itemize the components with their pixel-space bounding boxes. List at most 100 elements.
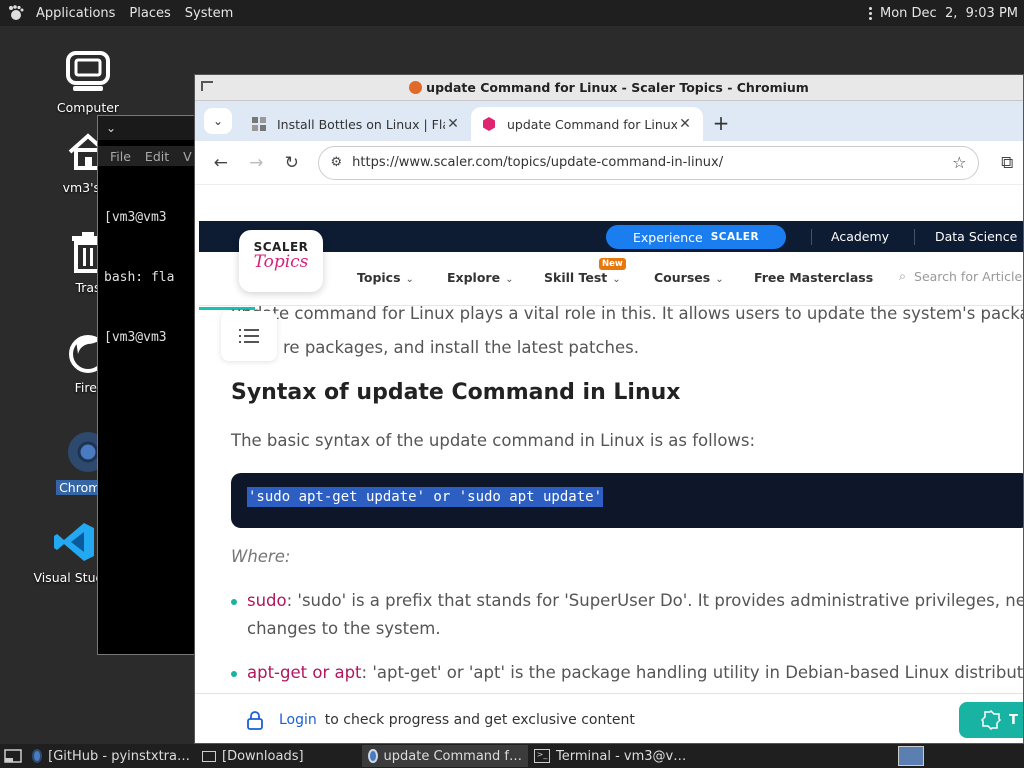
badge-icon xyxy=(981,710,1001,730)
tab-update-command[interactable]: update Command for Linux - Sc ✕ xyxy=(471,107,703,141)
bullet-dot xyxy=(231,599,237,605)
reload-icon: ↻ xyxy=(284,152,299,173)
bullet-dot xyxy=(231,671,237,677)
bullet-text: : 'sudo' is a prefix that stands for 'Su… xyxy=(286,591,1024,610)
syntax-intro: The basic syntax of the update command i… xyxy=(231,431,756,450)
new-badge: New xyxy=(599,258,626,270)
chevron-down-icon: ⌄ xyxy=(612,274,621,285)
search-icon: ⌕ xyxy=(899,268,907,283)
cta-button[interactable]: T xyxy=(959,702,1023,738)
close-tab-icon[interactable]: ✕ xyxy=(445,116,461,132)
terminal-output[interactable]: [vm3@vm3 bash: fla [vm3@vm3 xyxy=(98,166,206,390)
nav-topics[interactable]: Topics ⌄ xyxy=(357,270,414,285)
strip-link-academy[interactable]: Academy xyxy=(831,221,889,252)
login-banner: Login to check progress and get exclusiv… xyxy=(195,693,1023,743)
table-of-contents-button[interactable] xyxy=(221,311,277,361)
code-text[interactable]: 'sudo apt-get update' or 'sudo apt updat… xyxy=(247,487,604,507)
desktop-icon-computer[interactable]: Computer xyxy=(40,48,136,115)
term-sudo: sudo xyxy=(247,591,287,610)
url-text: https://www.scaler.com/topics/update-com… xyxy=(352,155,724,170)
places-menu[interactable]: Places xyxy=(122,0,177,26)
computer-icon xyxy=(64,48,112,96)
flathub-favicon-icon xyxy=(252,117,266,131)
term-apt: apt-get or apt xyxy=(247,663,362,682)
show-desktop-button[interactable] xyxy=(0,745,26,767)
window-titlebar[interactable]: update Command for Linux - Scaler Topics… xyxy=(195,75,1023,101)
extensions-icon[interactable]: ⧉ xyxy=(991,147,1023,179)
chromium-icon xyxy=(368,749,378,763)
taskbar-item-chromium[interactable]: update Command f… xyxy=(362,745,528,767)
terminal-menu-file[interactable]: File xyxy=(110,149,131,164)
arrow-left-icon: ← xyxy=(213,152,228,173)
forward-button[interactable]: → xyxy=(241,147,273,179)
heading-text: Syntax of update Command in Linux xyxy=(231,380,681,405)
nav-free-masterclass[interactable]: Free Masterclass xyxy=(754,270,873,285)
bookmark-star-icon[interactable]: ☆ xyxy=(952,153,966,172)
chevron-down-icon: ⌄ xyxy=(405,274,414,285)
tab-title: Install Bottles on Linux | Flath xyxy=(277,116,445,132)
terminal-line: bash: fla xyxy=(104,270,175,285)
nav-skill-test[interactable]: Skill Test ⌄ xyxy=(544,270,621,285)
experience-brand: SCALER xyxy=(710,231,760,243)
chevron-down-icon: ⌄ xyxy=(715,274,724,285)
code-block[interactable]: 'sudo apt-get update' or 'sudo apt updat… xyxy=(231,473,1023,528)
taskbar-item-label: Terminal - vm3@v… xyxy=(556,748,687,764)
show-desktop-icon xyxy=(4,749,22,763)
nav-courses[interactable]: Courses ⌄ xyxy=(654,270,724,285)
where-label: Where: xyxy=(231,547,291,566)
window-title: update Command for Linux - Scaler Topics… xyxy=(426,80,809,95)
login-link[interactable]: Login xyxy=(279,712,317,728)
chevron-down-icon: ⌄ xyxy=(212,114,224,128)
terminal-menu-view[interactable]: V xyxy=(183,149,192,164)
vscode-icon xyxy=(50,518,98,566)
chromium-icon xyxy=(32,749,43,763)
panel-kebab-icon[interactable] xyxy=(868,6,872,20)
web-page[interactable]: Experience SCALER Academy Data Science S… xyxy=(195,185,1024,743)
scaler-favicon-icon xyxy=(409,81,423,94)
back-button[interactable]: ← xyxy=(205,147,237,179)
clock[interactable]: Mon Dec 2, 9:03 PM xyxy=(880,6,1018,21)
terminal-menu-edit[interactable]: Edit xyxy=(145,149,169,164)
chromium-window[interactable]: update Command for Linux - Scaler Topics… xyxy=(194,74,1024,744)
gnome-foot-icon[interactable] xyxy=(0,0,29,26)
taskbar-item-github[interactable]: [GitHub - pyinstxtra… xyxy=(26,745,196,767)
nav-label: Courses xyxy=(654,270,711,285)
taskbar-item-label: [GitHub - pyinstxtra… xyxy=(48,748,190,764)
terminal-window[interactable]: ⌄ File Edit V [vm3@vm3 bash: fla [vm3@vm… xyxy=(97,115,207,655)
taskbar-item-terminal[interactable]: >_ Terminal - vm3@v… xyxy=(528,745,698,767)
taskbar-item-downloads[interactable]: [Downloads] xyxy=(196,745,362,767)
cta-label: T xyxy=(1009,712,1018,728)
terminal-icon: >_ xyxy=(534,749,550,763)
nav-explore[interactable]: Explore ⌄ xyxy=(447,270,513,285)
list-item: sudo: 'sudo' is a prefix that stands for… xyxy=(231,587,1024,643)
site-search-placeholder: Search for Article xyxy=(914,268,1023,284)
reload-button[interactable]: ↻ xyxy=(276,147,308,179)
article-partial-line: update command for Linux plays a vital r… xyxy=(231,304,1024,323)
chevron-down-icon[interactable]: ⌄ xyxy=(106,121,116,135)
experience-scaler-button[interactable]: Experience SCALER xyxy=(606,225,786,249)
logo-bottom-text: Topics xyxy=(253,252,309,272)
terminal-titlebar[interactable]: ⌄ xyxy=(98,116,206,140)
workspace-switcher[interactable] xyxy=(898,745,928,767)
strip-link-data-science[interactable]: Data Science xyxy=(935,221,1017,252)
site-info-icon[interactable]: ⚙ xyxy=(331,155,343,170)
address-bar[interactable]: ⚙ https://www.scaler.com/topics/update-c… xyxy=(317,145,980,180)
scaler-topics-logo[interactable]: SCALER Topics xyxy=(239,230,323,292)
bullet-text-cont: changes to the system. xyxy=(247,619,441,638)
tab-title: update Command for Linux - Sc xyxy=(507,116,677,132)
new-tab-button[interactable]: + xyxy=(707,109,735,137)
taskbar: [GitHub - pyinstxtra… [Downloads] update… xyxy=(0,744,1024,768)
folder-icon xyxy=(202,750,216,762)
site-search[interactable]: ⌕ Search for Article xyxy=(899,268,1022,284)
tab-strip: ⌄ Install Bottles on Linux | Flath ✕ upd… xyxy=(195,101,1023,141)
workspace-icon xyxy=(898,746,924,766)
system-menu[interactable]: System xyxy=(178,0,240,26)
close-tab-icon[interactable]: ✕ xyxy=(677,116,693,132)
arrow-right-icon: → xyxy=(249,152,264,173)
list-item: apt-get or apt: 'apt-get' or 'apt' is th… xyxy=(231,659,1023,687)
scaler-favicon-icon xyxy=(483,117,495,131)
tab-install-bottles[interactable]: Install Bottles on Linux | Flath ✕ xyxy=(241,107,471,141)
tab-search-button[interactable]: ⌄ xyxy=(204,108,232,134)
terminal-line: [vm3@vm3 xyxy=(104,210,167,225)
applications-menu[interactable]: Applications xyxy=(29,0,122,26)
